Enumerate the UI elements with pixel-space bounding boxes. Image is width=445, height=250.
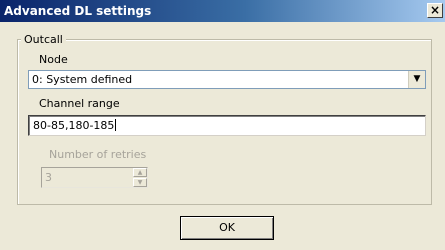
spin-down-icon[interactable]: ▼ — [133, 178, 147, 187]
number-of-retries-label: Number of retries — [49, 148, 147, 161]
channel-range-input[interactable]: 80-85,180-185 — [28, 115, 426, 136]
outcall-group-label: Outcall — [21, 33, 66, 46]
advanced-dl-settings-dialog: Advanced DL settings × Outcall Node 0: S… — [0, 0, 445, 250]
close-icon: × — [429, 3, 441, 17]
close-button[interactable]: × — [427, 3, 443, 18]
number-of-retries-spinner[interactable]: 3 ▲ ▼ — [41, 167, 148, 188]
channel-range-label: Channel range — [39, 97, 120, 110]
window-title: Advanced DL settings — [4, 4, 152, 18]
spin-up-icon[interactable]: ▲ — [133, 168, 147, 177]
node-dropdown-value: 0: System defined — [32, 73, 133, 86]
channel-range-value: 80-85,180-185 — [33, 119, 117, 132]
node-dropdown[interactable]: 0: System defined ▼ — [28, 70, 426, 89]
node-label: Node — [39, 53, 68, 66]
dropdown-arrow-icon[interactable]: ▼ — [408, 71, 425, 88]
spinner-buttons: ▲ ▼ — [133, 168, 147, 187]
text-caret — [115, 119, 117, 131]
number-of-retries-value: 3 — [45, 171, 52, 184]
ok-button[interactable]: OK — [180, 216, 274, 240]
title-bar[interactable]: Advanced DL settings × — [0, 0, 445, 22]
